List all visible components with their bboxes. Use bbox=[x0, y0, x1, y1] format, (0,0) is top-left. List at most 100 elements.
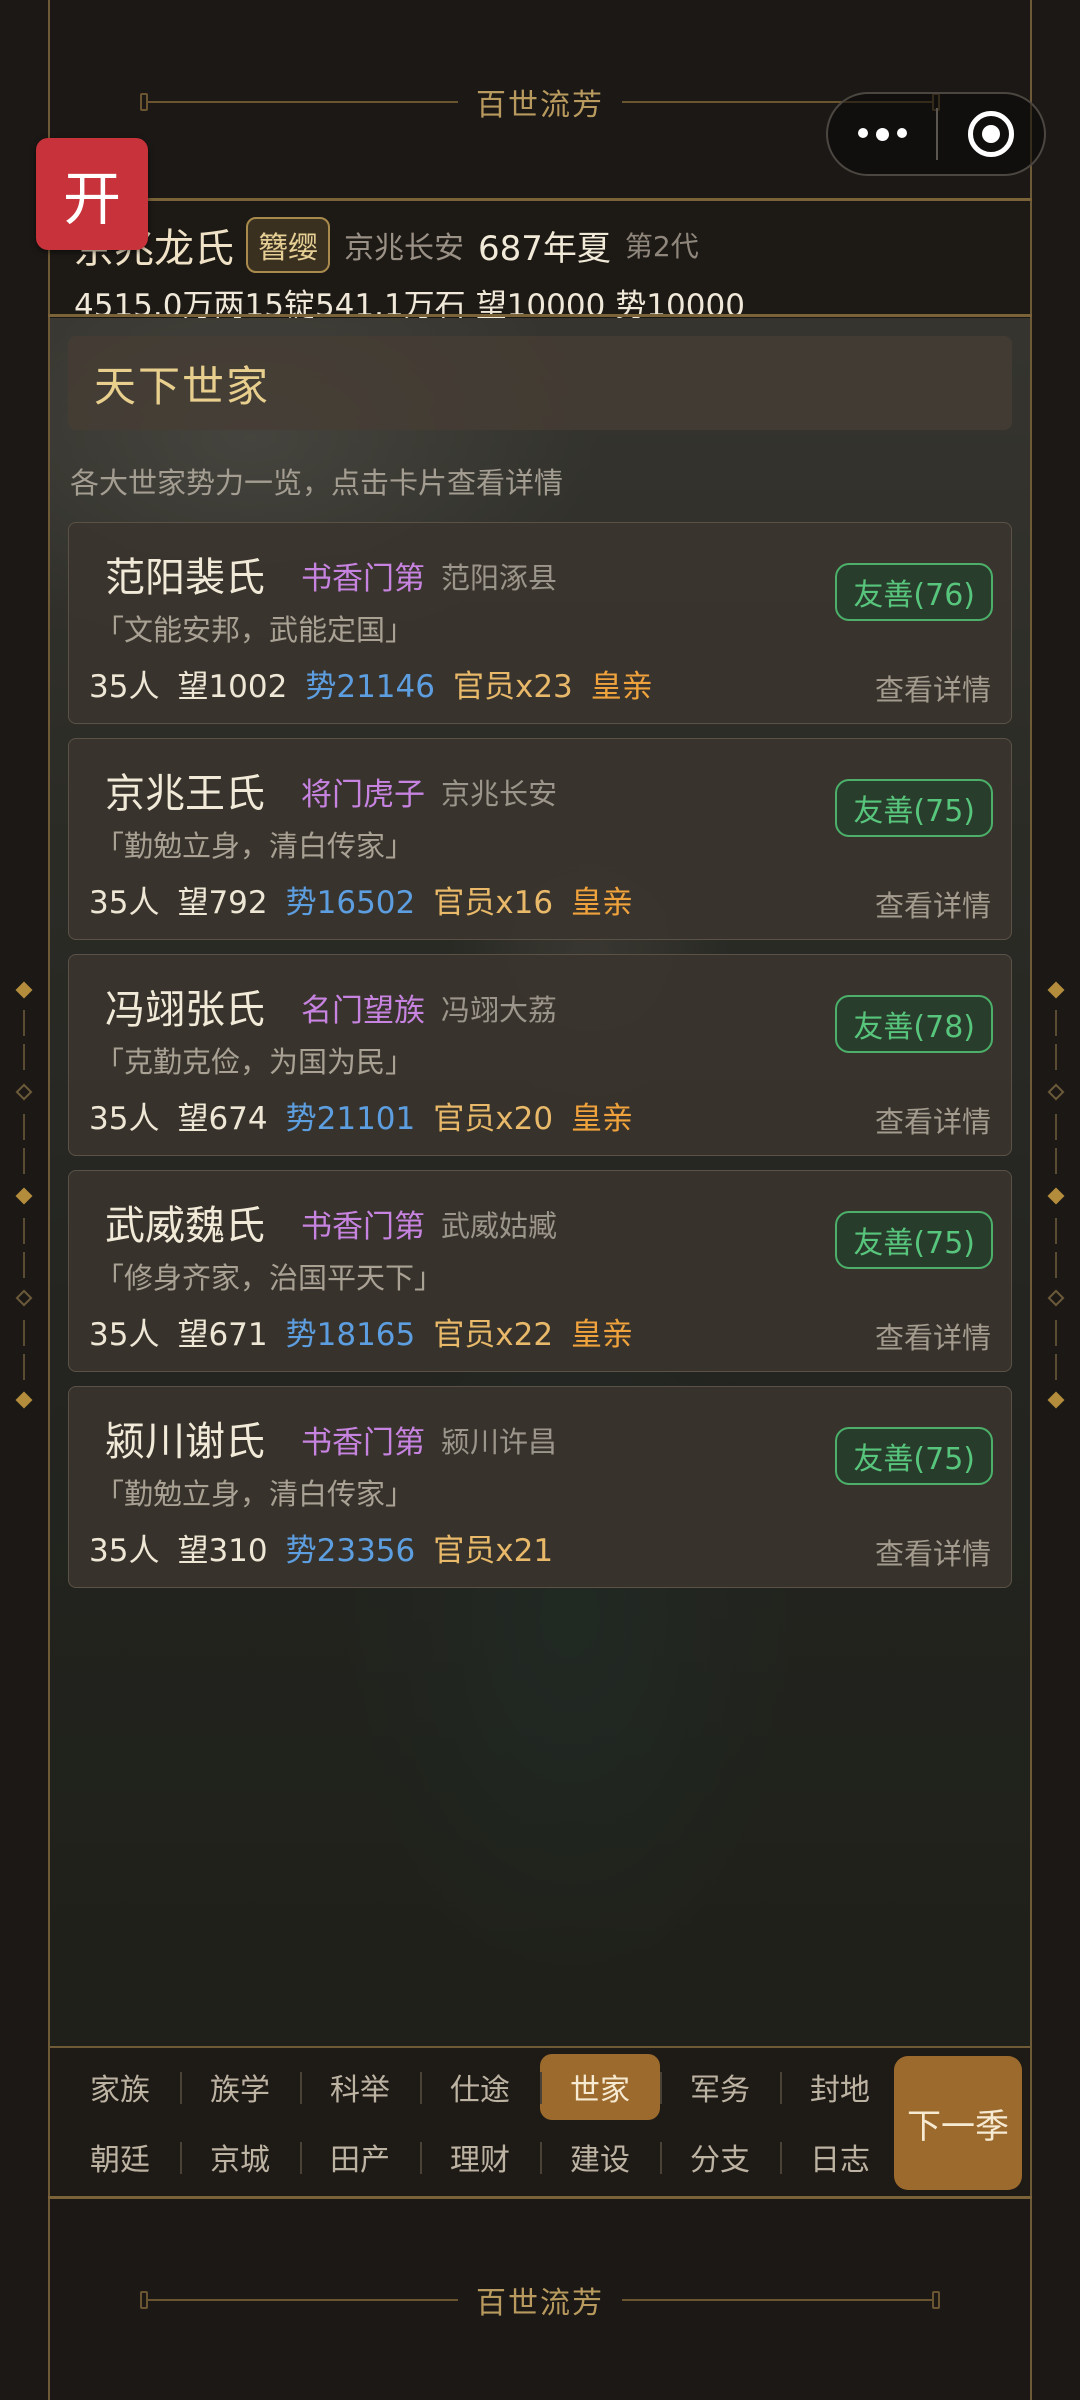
family-location: 颍川许昌 bbox=[441, 1425, 558, 1459]
family-location: 京兆长安 bbox=[441, 777, 558, 811]
family-location: 武威姑臧 bbox=[441, 1209, 558, 1243]
relation-badge: 友善(75) bbox=[835, 1211, 993, 1269]
family-officials: 官员x22 bbox=[433, 1317, 554, 1353]
relation-badge: 友善(75) bbox=[835, 779, 993, 837]
banner-cap-right bbox=[932, 2291, 940, 2309]
family-stats: 35人 望792 势16502 官员x16 皇亲 bbox=[89, 877, 633, 922]
view-detail-link[interactable]: 查看详情 bbox=[875, 667, 991, 709]
family-stats: 35人 望310 势23356 官员x21 bbox=[89, 1525, 553, 1570]
family-officials: 官员x16 bbox=[433, 885, 554, 921]
family-prestige: 望1002 bbox=[177, 669, 288, 705]
family-people: 35人 bbox=[89, 1533, 160, 1569]
banner-title: 百世流芳 bbox=[476, 88, 604, 123]
nav-item-school[interactable]: 族学 bbox=[180, 2054, 300, 2120]
nav-item-finance[interactable]: 理财 bbox=[420, 2124, 540, 2190]
family-prestige: 望674 bbox=[177, 1101, 268, 1137]
family-power: 势23356 bbox=[285, 1533, 416, 1569]
family-motto: 「勤勉立身，清白传家」 bbox=[95, 1477, 415, 1511]
family-people: 35人 bbox=[89, 669, 160, 705]
family-prestige: 望671 bbox=[177, 1317, 268, 1353]
royal-tag: 皇亲 bbox=[571, 1317, 634, 1353]
nav-item-clan[interactable]: 家族 bbox=[60, 2054, 180, 2120]
family-officials: 官员x20 bbox=[433, 1101, 554, 1137]
family-name: 京兆王氏 bbox=[105, 771, 265, 817]
family-motto: 「修身齐家，治国平天下」 bbox=[95, 1261, 444, 1295]
family-stats: 35人 望1002 势21146 官员x23 皇亲 bbox=[89, 661, 653, 706]
relation-badge: 友善(76) bbox=[835, 563, 993, 621]
nav-row-2: 朝廷 京城 田产 理财 建设 分支 日志 bbox=[60, 2124, 900, 2190]
next-season-button[interactable]: 下一季 bbox=[894, 2056, 1022, 2190]
relation-badge: 友善(75) bbox=[835, 1427, 993, 1485]
nav-item-log[interactable]: 日志 bbox=[780, 2124, 900, 2190]
left-ornament bbox=[14, 980, 34, 1420]
family-officials: 官员x21 bbox=[433, 1533, 554, 1569]
family-type: 书香门第 bbox=[301, 1209, 425, 1245]
current-year: 687年夏 bbox=[478, 228, 611, 269]
nav-item-court[interactable]: 朝廷 bbox=[60, 2124, 180, 2190]
royal-tag: 皇亲 bbox=[571, 1101, 634, 1137]
family-name: 范阳裴氏 bbox=[105, 555, 265, 601]
family-power: 势21146 bbox=[305, 669, 435, 705]
banner-line-left bbox=[148, 101, 458, 103]
family-card[interactable]: 武威魏氏 书香门第 武威姑臧 「修身齐家，治国平天下」 35人 望671 势18… bbox=[68, 1170, 1012, 1372]
banner-cap-left bbox=[140, 2291, 148, 2309]
nav-item-exam[interactable]: 科举 bbox=[300, 2054, 420, 2120]
more-dots-icon[interactable] bbox=[828, 127, 936, 141]
clan-title-badge: 簪缨 bbox=[246, 217, 330, 273]
family-card[interactable]: 京兆王氏 将门虎子 京兆长安 「勤勉立身，清白传家」 35人 望792 势165… bbox=[68, 738, 1012, 940]
section-description: 各大世家势力一览，点击卡片查看详情 bbox=[70, 466, 564, 500]
family-people: 35人 bbox=[89, 885, 160, 921]
nav-item-branches[interactable]: 分支 bbox=[660, 2124, 780, 2190]
family-stats: 35人 望671 势18165 官员x22 皇亲 bbox=[89, 1309, 633, 1354]
header-divider bbox=[48, 198, 1032, 201]
family-motto: 「文能安邦，武能定国」 bbox=[95, 613, 415, 647]
family-type: 将门虎子 bbox=[301, 777, 425, 813]
families-panel: 天下世家 各大世家势力一览，点击卡片查看详情 范阳裴氏 书香门第 范阳涿县 「文… bbox=[50, 318, 1030, 2046]
family-people: 35人 bbox=[89, 1317, 160, 1353]
family-motto: 「克勤克俭，为国为民」 bbox=[95, 1045, 415, 1079]
family-card[interactable]: 颍川谢氏 书香门第 颍川许昌 「勤勉立身，清白传家」 35人 望310 势233… bbox=[68, 1386, 1012, 1588]
target-circle-icon[interactable] bbox=[938, 111, 1044, 157]
nav-item-construction[interactable]: 建设 bbox=[540, 2124, 660, 2190]
family-card[interactable]: 范阳裴氏 书香门第 范阳涿县 「文能安邦，武能定国」 35人 望1002 势21… bbox=[68, 522, 1012, 724]
royal-tag: 皇亲 bbox=[571, 885, 634, 921]
family-motto: 「勤勉立身，清白传家」 bbox=[95, 829, 415, 863]
royal-tag: 皇亲 bbox=[590, 669, 653, 705]
family-prestige: 望792 bbox=[177, 885, 268, 921]
nav-row-1: 家族 族学 科举 仕途 世家 军务 封地 bbox=[60, 2054, 900, 2120]
family-power: 势21101 bbox=[285, 1101, 416, 1137]
bottom-nav: 家族 族学 科举 仕途 世家 军务 封地 朝廷 京城 田产 理财 建设 分支 日… bbox=[50, 2046, 1030, 2196]
generation: 第2代 bbox=[624, 230, 699, 263]
family-card[interactable]: 冯翊张氏 名门望族 冯翊大荔 「克勤克俭，为国为民」 35人 望674 势211… bbox=[68, 954, 1012, 1156]
family-people: 35人 bbox=[89, 1101, 160, 1137]
family-prestige: 望310 bbox=[177, 1533, 268, 1569]
family-stats: 35人 望674 势21101 官员x20 皇亲 bbox=[89, 1093, 633, 1138]
nav-item-families[interactable]: 世家 bbox=[540, 2054, 660, 2120]
banner-line-right bbox=[622, 2299, 932, 2301]
nav-item-career[interactable]: 仕途 bbox=[420, 2054, 540, 2120]
view-detail-link[interactable]: 查看详情 bbox=[875, 1099, 991, 1141]
family-officials: 官员x23 bbox=[452, 669, 573, 705]
nav-item-capital[interactable]: 京城 bbox=[180, 2124, 300, 2190]
family-location: 冯翊大荔 bbox=[441, 993, 558, 1027]
section-title: 天下世家 bbox=[68, 336, 1012, 430]
clan-home: 京兆长安 bbox=[344, 231, 464, 266]
open-button[interactable]: 开 bbox=[36, 138, 148, 250]
nav-item-military[interactable]: 军务 bbox=[660, 2054, 780, 2120]
top-banner: 百世流芳 bbox=[140, 72, 940, 132]
family-power: 势16502 bbox=[285, 885, 416, 921]
family-location: 范阳涿县 bbox=[441, 561, 558, 595]
family-type: 名门望族 bbox=[301, 993, 425, 1029]
relation-badge: 友善(78) bbox=[835, 995, 993, 1053]
nav-item-farmland[interactable]: 田产 bbox=[300, 2124, 420, 2190]
miniprogram-capsule bbox=[826, 92, 1046, 176]
section-title-text: 天下世家 bbox=[94, 361, 271, 411]
view-detail-link[interactable]: 查看详情 bbox=[875, 883, 991, 925]
nav-item-fief[interactable]: 封地 bbox=[780, 2054, 900, 2120]
family-power: 势18165 bbox=[285, 1317, 416, 1353]
clan-header: 京兆龙氏 簪缨 京兆长安 687年夏 第2代 4515.0万两15锭541.1万… bbox=[50, 202, 1030, 324]
family-name: 颍川谢氏 bbox=[105, 1419, 265, 1465]
view-detail-link[interactable]: 查看详情 bbox=[875, 1531, 991, 1573]
view-detail-link[interactable]: 查看详情 bbox=[875, 1315, 991, 1357]
main-divider bbox=[48, 314, 1032, 317]
